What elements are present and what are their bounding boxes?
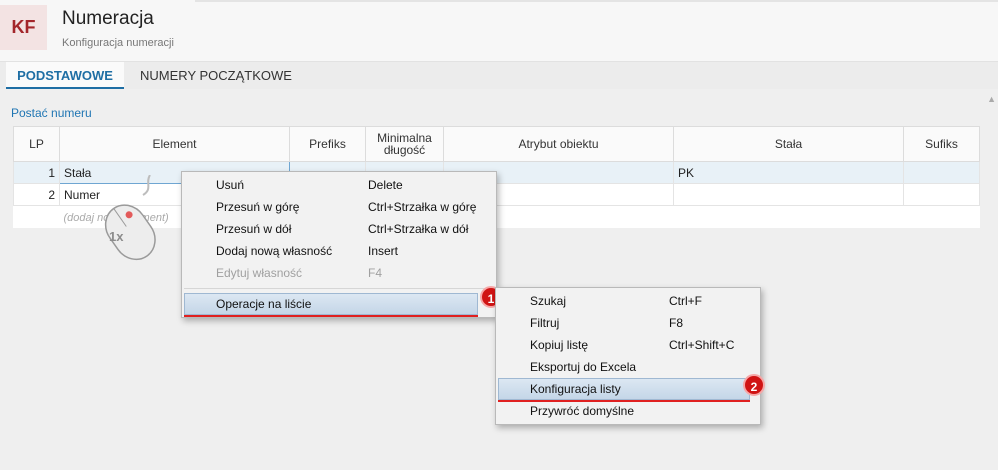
submenu-item-filter[interactable]: Filtruj F8 [496,312,760,334]
tab-podstawowe[interactable]: PODSTAWOWE [6,62,124,89]
submenu-item-list-config[interactable]: Konfiguracja listy [498,378,750,400]
submenu-item-export-excel[interactable]: Eksportuj do Excela [496,356,760,378]
menu-item-edit-property: Edytuj własność F4 [216,266,383,280]
page-subtitle: Konfiguracja numeracji [62,37,174,49]
menu-item-delete[interactable]: Usuń Delete [182,174,496,196]
menu-separator [184,288,494,289]
section-label: Postać numeru [11,106,92,120]
column-header-lp[interactable]: LP [13,126,60,162]
cell-constant[interactable] [673,183,904,206]
scroll-up-arrow-icon[interactable]: ▲ [987,94,996,104]
submenu-item-search[interactable]: Szukaj Ctrl+F [496,290,760,312]
tab-numery-poczatkowe[interactable]: NUMERY POCZĄTKOWE [126,62,306,89]
submenu-item-restore-defaults[interactable]: Przywróć domyślne [496,400,760,422]
cell-lp: 2 [13,183,60,206]
column-header-min-length[interactable]: Minimalna długość [365,126,444,162]
app-logo: KF [0,5,47,50]
column-header-constant[interactable]: Stała [673,126,904,162]
app-header: KF Numeracja Konfiguracja numeracji [0,0,998,62]
mouse-click-icon: 1x [104,175,156,261]
menu-item-list-operations[interactable]: Operacje na liście [184,293,478,315]
column-header-prefix[interactable]: Prefiks [289,126,366,162]
context-menu: Usuń Delete Przesuń w górę Ctrl+Strzałka… [181,171,497,318]
cell-constant[interactable]: PK [673,161,904,184]
cell-suffix[interactable] [903,161,980,184]
menu-item-move-down[interactable]: Przesuń w dół Ctrl+Strzałka w dół [182,218,496,240]
step-badge-2: 2 [743,374,765,396]
cell-suffix[interactable] [903,183,980,206]
submenu-item-copy-list[interactable]: Kopiuj listę Ctrl+Shift+C [496,334,760,356]
menu-item-add-property[interactable]: Dodaj nową własność Insert [182,240,496,262]
page-title: Numeracja [62,8,154,29]
column-header-attribute[interactable]: Atrybut obiektu [443,126,674,162]
header-topline [195,0,998,2]
column-header-suffix[interactable]: Sufiks [903,126,980,162]
mouse-click-count: 1x [109,229,124,244]
cell-lp: 1 [13,161,60,184]
menu-item-move-up[interactable]: Przesuń w górę Ctrl+Strzałka w górę [182,196,496,218]
column-header-element[interactable]: Element [59,126,290,162]
tab-bar: PODSTAWOWE NUMERY POCZĄTKOWE [0,62,998,89]
submenu-list-operations: Szukaj Ctrl+F Filtruj F8 Kopiuj listę Ct… [495,287,761,425]
